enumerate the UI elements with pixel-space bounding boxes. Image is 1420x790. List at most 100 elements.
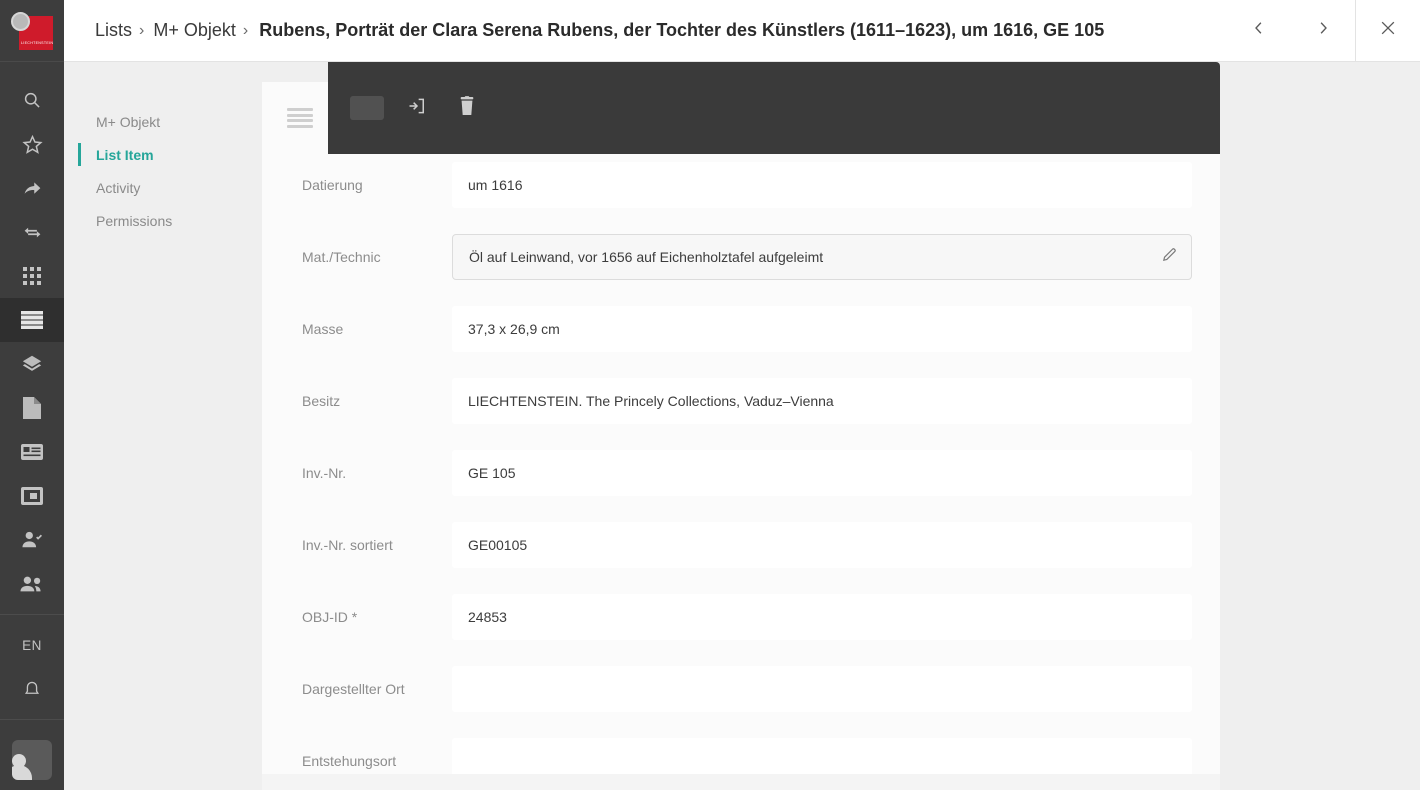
datierung-input[interactable] bbox=[452, 162, 1192, 208]
previous-record-button[interactable] bbox=[1227, 0, 1291, 62]
sidebar-item-permissions[interactable]: Permissions bbox=[64, 204, 262, 237]
field-label: Besitz bbox=[302, 393, 341, 409]
rail-item-transfer[interactable] bbox=[0, 210, 64, 254]
detail-subnav: M+ Objekt List Item Activity Permissions bbox=[64, 62, 262, 790]
subnav-label: M+ Objekt bbox=[96, 113, 161, 130]
subnav-label: List Item bbox=[96, 146, 154, 163]
rail-item-media[interactable] bbox=[0, 474, 64, 518]
pencil-icon[interactable] bbox=[1161, 246, 1178, 268]
obj-id-input[interactable] bbox=[452, 594, 1192, 640]
media-icon bbox=[21, 487, 43, 505]
next-record-button[interactable] bbox=[1291, 0, 1355, 62]
field-row-datierung: Datierung bbox=[262, 154, 1220, 216]
rail-divider-2 bbox=[0, 719, 64, 720]
besitz-input[interactable] bbox=[452, 378, 1192, 424]
rail-item-documents[interactable] bbox=[0, 386, 64, 430]
body-area: M+ Objekt List Item Activity Permissions bbox=[64, 62, 1420, 790]
field-label: Inv.-Nr. bbox=[302, 465, 347, 481]
rail-item-search[interactable] bbox=[0, 78, 64, 122]
page-header: Lists › M+ Objekt › Rubens, Porträt der … bbox=[64, 0, 1420, 62]
bell-icon bbox=[22, 679, 42, 700]
field-label: Entstehungsort bbox=[302, 753, 397, 769]
person-check-icon bbox=[21, 530, 43, 550]
rail-item-share[interactable] bbox=[0, 166, 64, 210]
field-row-mat-technic: Mat./Technic bbox=[262, 226, 1220, 288]
action-toolbar-overlay bbox=[328, 62, 1220, 154]
rail-item-person-check[interactable] bbox=[0, 518, 64, 562]
field-control bbox=[452, 306, 1192, 352]
people-icon bbox=[20, 575, 44, 593]
field-row-inv-nr-sortiert: Inv.-Nr. sortiert bbox=[262, 514, 1220, 576]
inv-nr-input[interactable] bbox=[452, 450, 1192, 496]
avatar-body bbox=[12, 765, 32, 780]
delete-button[interactable] bbox=[450, 91, 484, 125]
export-button[interactable] bbox=[400, 91, 434, 125]
hamburger-icon[interactable] bbox=[287, 108, 313, 128]
logo-caption: LIECHTENSTEIN bbox=[21, 41, 54, 46]
field-row-masse: Masse bbox=[262, 298, 1220, 360]
field-control bbox=[452, 234, 1192, 280]
user-avatar[interactable] bbox=[12, 740, 52, 780]
card-toolbar bbox=[262, 62, 1220, 154]
rail-item-lists[interactable] bbox=[0, 298, 64, 342]
close-button[interactable] bbox=[1356, 0, 1420, 62]
sidebar-item-list-item[interactable]: List Item bbox=[64, 138, 262, 171]
logo-crown-emblem bbox=[11, 11, 30, 31]
field-label: Inv.-Nr. sortiert bbox=[302, 537, 393, 553]
field-label: Dargestellter Ort bbox=[302, 681, 405, 697]
field-row-obj-id: OBJ-ID * bbox=[262, 586, 1220, 648]
masse-input[interactable] bbox=[452, 306, 1192, 352]
rail-item-cards[interactable] bbox=[0, 430, 64, 474]
page-title: Rubens, Porträt der Clara Serena Rubens,… bbox=[259, 20, 1105, 40]
mat-technic-input[interactable] bbox=[452, 234, 1192, 280]
breadcrumb-item-lists[interactable]: Lists bbox=[95, 20, 132, 41]
rail-item-layers[interactable] bbox=[0, 342, 64, 386]
language-switcher[interactable]: EN bbox=[0, 623, 64, 667]
rail-divider-1 bbox=[0, 614, 64, 615]
transfer-icon bbox=[22, 222, 43, 243]
dargestellter-ort-input[interactable] bbox=[452, 666, 1192, 712]
field-row-inv-nr: Inv.-Nr. bbox=[262, 442, 1220, 504]
card-footer: Cancel Save bbox=[262, 774, 1220, 790]
toolbar-ghost-item bbox=[350, 96, 384, 120]
field-control bbox=[452, 162, 1192, 208]
inv-nr-sortiert-input[interactable] bbox=[452, 522, 1192, 568]
breadcrumb-separator: › bbox=[242, 21, 249, 39]
subnav-label: Permissions bbox=[96, 212, 173, 229]
form-scroll-area[interactable]: Datierung Mat./Technic bbox=[262, 154, 1220, 774]
field-label: Mat./Technic bbox=[302, 249, 381, 265]
share-arrow-icon bbox=[22, 178, 43, 199]
sidebar-item-mplus-objekt[interactable]: M+ Objekt bbox=[64, 105, 262, 138]
logo-mark: LIECHTENSTEIN bbox=[11, 11, 54, 50]
export-arrow-icon bbox=[407, 96, 427, 121]
rail-item-apps[interactable] bbox=[0, 254, 64, 298]
close-icon bbox=[1378, 18, 1398, 43]
field-control bbox=[452, 666, 1192, 712]
grid-icon bbox=[23, 267, 41, 285]
rail-item-notifications[interactable] bbox=[0, 667, 64, 711]
sidebar-item-activity[interactable]: Activity bbox=[64, 171, 262, 204]
app-root: LIECHTENSTEIN EN Lists › M+ Objekt › Rub… bbox=[0, 0, 1420, 790]
field-row-entstehungsort: Entstehungsort bbox=[262, 730, 1220, 774]
lists-icon bbox=[21, 311, 43, 329]
field-control bbox=[452, 594, 1192, 640]
rail-icon-list bbox=[0, 62, 64, 606]
rail-item-favorites[interactable] bbox=[0, 122, 64, 166]
breadcrumb-separator: › bbox=[139, 21, 145, 39]
field-label: OBJ-ID * bbox=[302, 609, 358, 625]
field-control bbox=[452, 738, 1192, 774]
breadcrumb: Lists › M+ Objekt › Rubens, Porträt der … bbox=[64, 20, 1104, 41]
chevron-right-icon bbox=[1314, 19, 1332, 42]
header-actions bbox=[1227, 0, 1420, 62]
trash-icon bbox=[458, 95, 476, 121]
field-control bbox=[452, 450, 1192, 496]
entstehungsort-input[interactable] bbox=[452, 738, 1192, 774]
chevron-left-icon bbox=[1250, 19, 1268, 42]
star-icon bbox=[21, 134, 43, 155]
card-icon bbox=[21, 444, 43, 460]
rail-item-groups[interactable] bbox=[0, 562, 64, 606]
breadcrumb-item-mplus-objekt[interactable]: M+ Objekt bbox=[153, 20, 236, 41]
field-control bbox=[452, 378, 1192, 424]
field-row-besitz: Besitz bbox=[262, 370, 1220, 432]
app-logo[interactable]: LIECHTENSTEIN bbox=[0, 0, 64, 62]
